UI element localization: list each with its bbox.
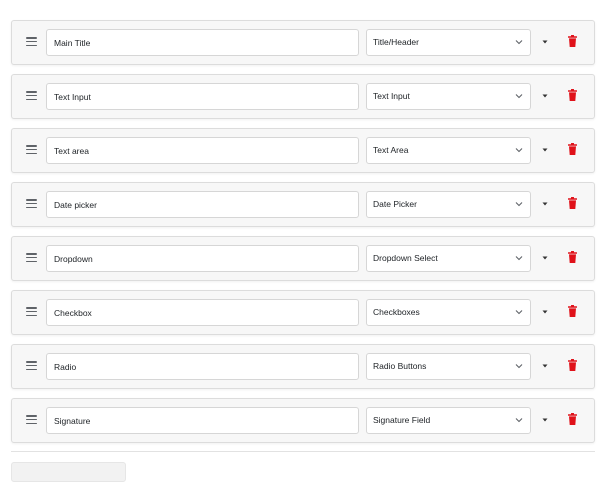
- field-row: Dropdown Select: [11, 236, 595, 281]
- caret-down-icon[interactable]: [541, 92, 549, 100]
- field-name-input[interactable]: [46, 29, 359, 56]
- caret-down-icon[interactable]: [541, 200, 549, 208]
- field-row: Radio Buttons: [11, 344, 595, 389]
- caret-down-icon[interactable]: [541, 254, 549, 262]
- field-type-select[interactable]: Title/Header: [366, 29, 531, 56]
- field-type-value: Date Picker: [373, 199, 417, 209]
- field-name-input[interactable]: [46, 137, 359, 164]
- field-row: Text Input: [11, 74, 595, 119]
- drag-handle-icon[interactable]: [26, 361, 37, 371]
- field-row: Date Picker: [11, 182, 595, 227]
- chevron-down-icon: [515, 310, 523, 315]
- field-type-select[interactable]: Signature Field: [366, 407, 531, 434]
- drag-handle-icon[interactable]: [26, 199, 37, 209]
- caret-down-icon[interactable]: [541, 146, 549, 154]
- trash-icon[interactable]: [568, 251, 577, 263]
- field-type-select[interactable]: Text Area: [366, 137, 531, 164]
- trash-icon[interactable]: [568, 413, 577, 425]
- field-name-input[interactable]: [46, 245, 359, 272]
- field-name-input[interactable]: [46, 191, 359, 218]
- field-type-value: Text Area: [373, 145, 409, 155]
- field-row: Title/Header: [11, 20, 595, 65]
- form-field-list: Title/Header Text Input Text Area Date P…: [11, 20, 595, 452]
- field-type-select[interactable]: Date Picker: [366, 191, 531, 218]
- drag-handle-icon[interactable]: [26, 145, 37, 155]
- field-type-select[interactable]: Checkboxes: [366, 299, 531, 326]
- field-type-value: Radio Buttons: [373, 361, 427, 371]
- chevron-down-icon: [515, 202, 523, 207]
- caret-down-icon[interactable]: [541, 362, 549, 370]
- field-type-value: Dropdown Select: [373, 253, 438, 263]
- chevron-down-icon: [515, 148, 523, 153]
- field-name-input[interactable]: [46, 299, 359, 326]
- field-type-value: Title/Header: [373, 37, 419, 47]
- drag-handle-icon[interactable]: [26, 415, 37, 425]
- chevron-down-icon: [515, 364, 523, 369]
- trash-icon[interactable]: [568, 143, 577, 155]
- drag-handle-icon[interactable]: [26, 307, 37, 317]
- field-type-select[interactable]: Dropdown Select: [366, 245, 531, 272]
- field-name-input[interactable]: [46, 407, 359, 434]
- chevron-down-icon: [515, 94, 523, 99]
- drag-handle-icon[interactable]: [26, 91, 37, 101]
- trash-icon[interactable]: [568, 89, 577, 101]
- field-row: Text Area: [11, 128, 595, 173]
- add-field-button[interactable]: [11, 462, 126, 482]
- chevron-down-icon: [515, 256, 523, 261]
- section-divider: [11, 451, 595, 452]
- chevron-down-icon: [515, 40, 523, 45]
- caret-down-icon[interactable]: [541, 38, 549, 46]
- trash-icon[interactable]: [568, 359, 577, 371]
- trash-icon[interactable]: [568, 197, 577, 209]
- field-name-input[interactable]: [46, 83, 359, 110]
- chevron-down-icon: [515, 418, 523, 423]
- field-name-input[interactable]: [46, 353, 359, 380]
- trash-icon[interactable]: [568, 305, 577, 317]
- field-type-value: Signature Field: [373, 415, 431, 425]
- caret-down-icon[interactable]: [541, 308, 549, 316]
- drag-handle-icon[interactable]: [26, 253, 37, 263]
- field-type-value: Checkboxes: [373, 307, 420, 317]
- field-type-value: Text Input: [373, 91, 410, 101]
- field-row: Checkboxes: [11, 290, 595, 335]
- drag-handle-icon[interactable]: [26, 37, 37, 47]
- field-row: Signature Field: [11, 398, 595, 443]
- trash-icon[interactable]: [568, 35, 577, 47]
- field-type-select[interactable]: Radio Buttons: [366, 353, 531, 380]
- caret-down-icon[interactable]: [541, 416, 549, 424]
- field-type-select[interactable]: Text Input: [366, 83, 531, 110]
